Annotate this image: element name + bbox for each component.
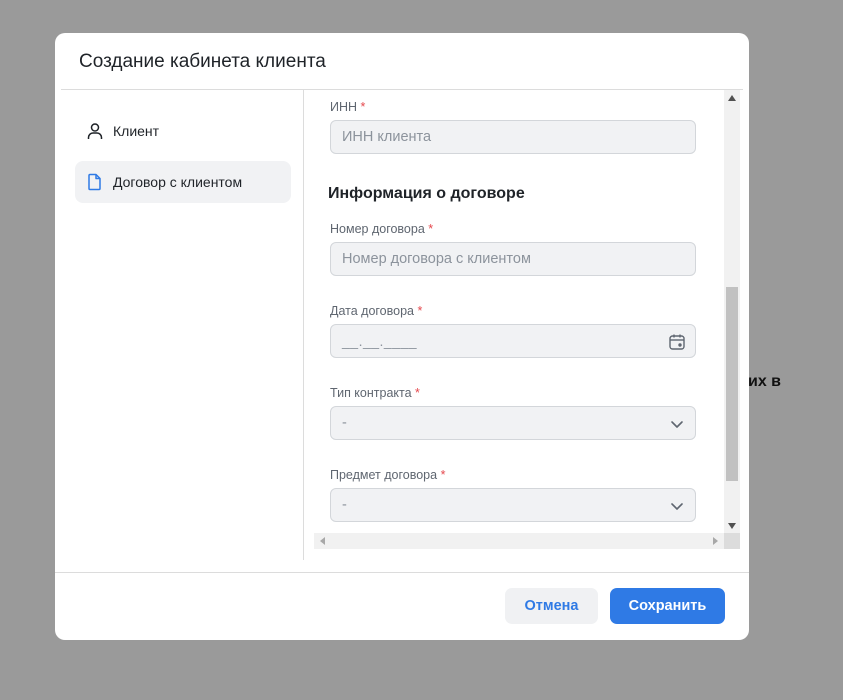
chevron-down-icon xyxy=(668,497,686,515)
contract-date-input[interactable]: __.__.____ xyxy=(330,324,696,358)
scrollbar-thumb[interactable] xyxy=(726,287,738,481)
scroll-left-arrow-icon[interactable] xyxy=(320,537,325,545)
scroll-right-arrow-icon[interactable] xyxy=(713,537,718,545)
contract-type-value: - xyxy=(342,415,347,431)
vertical-scrollbar[interactable] xyxy=(724,90,740,534)
contract-subject-label: Предмет договора * xyxy=(330,468,446,482)
footer-divider xyxy=(55,572,749,573)
scroll-up-arrow-icon[interactable] xyxy=(728,95,736,101)
scrollbar-corner xyxy=(724,533,740,549)
sidebar-item-label: Договор с клиентом xyxy=(113,174,243,190)
contract-subject-value: - xyxy=(342,497,347,513)
user-icon xyxy=(85,121,105,141)
contract-type-label: Тип контракта * xyxy=(330,386,420,400)
sidebar-item-label: Клиент xyxy=(113,123,160,139)
cancel-button[interactable]: Отмена xyxy=(505,588,598,624)
contract-number-placeholder: Номер договора с клиентом xyxy=(342,251,531,267)
chevron-down-icon xyxy=(668,415,686,433)
contract-type-select[interactable]: - xyxy=(330,406,696,440)
dialog-title: Создание кабинета клиента xyxy=(79,51,326,72)
contract-date-label: Дата договора * xyxy=(330,304,423,318)
inn-placeholder: ИНН клиента xyxy=(342,129,432,145)
inn-input[interactable]: ИНН клиента xyxy=(330,120,696,154)
contract-number-label: Номер договора * xyxy=(330,222,434,236)
contract-subject-select[interactable]: - xyxy=(330,488,696,522)
contract-form: ИНН * ИНН клиента Информация о договоре … xyxy=(304,90,724,538)
horizontal-scrollbar[interactable] xyxy=(314,533,740,549)
contract-number-input[interactable]: Номер договора с клиентом xyxy=(330,242,696,276)
create-client-cabinet-dialog: Создание кабинета клиента Клиент Договор… xyxy=(55,33,749,640)
save-button[interactable]: Сохранить xyxy=(610,588,725,624)
scroll-down-arrow-icon[interactable] xyxy=(728,523,736,529)
background-partial-text: их в xyxy=(748,373,782,390)
date-mask: __.__.____ xyxy=(342,333,418,349)
sidebar-item-contract[interactable]: Договор с клиентом xyxy=(75,161,291,203)
sidebar-item-client[interactable]: Клиент xyxy=(75,110,291,152)
document-icon xyxy=(85,172,105,192)
calendar-icon[interactable] xyxy=(668,333,686,351)
inn-label: ИНН * xyxy=(330,100,366,114)
section-title: Информация о договоре xyxy=(328,185,525,202)
dialog-sidebar: Клиент Договор с клиентом xyxy=(55,90,303,560)
